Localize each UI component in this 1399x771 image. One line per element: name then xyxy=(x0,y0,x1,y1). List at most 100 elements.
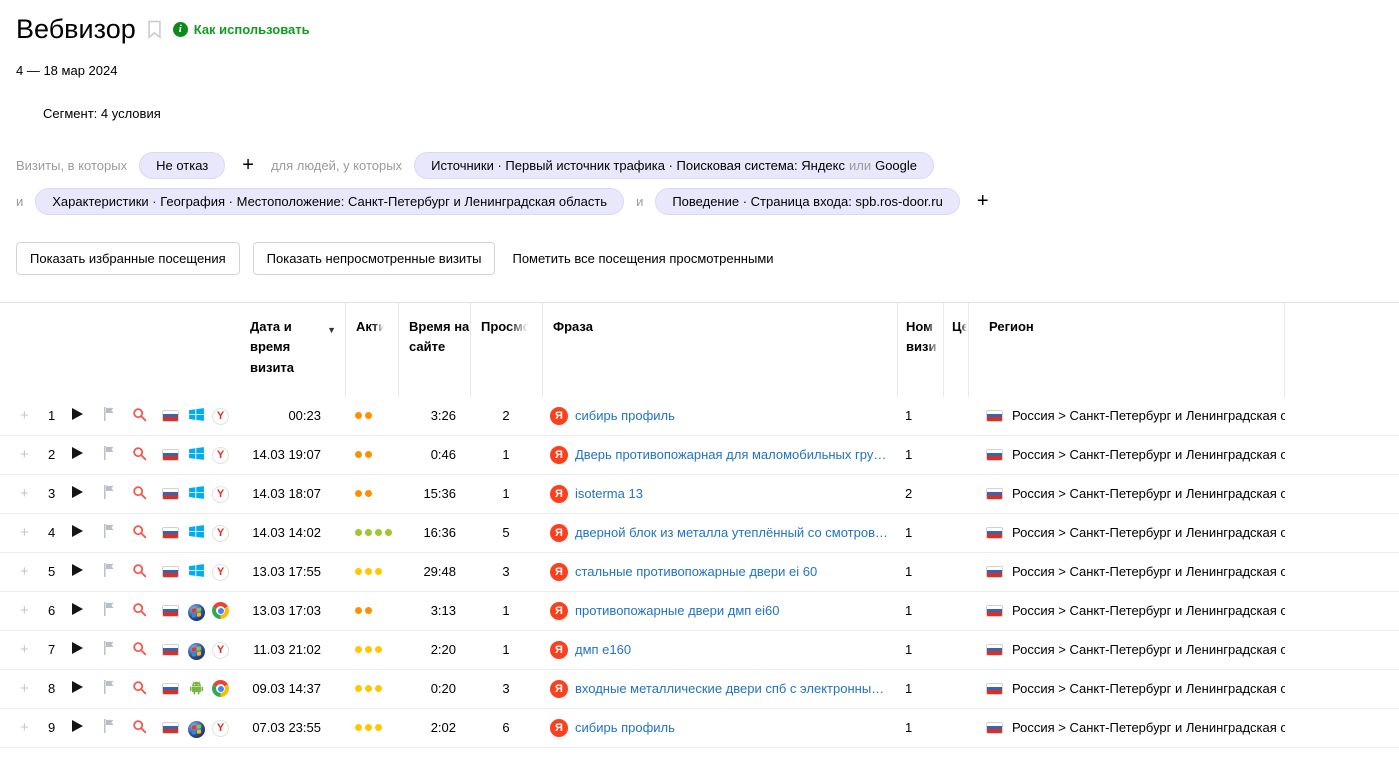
visit-date-time: 07.03 23:55 xyxy=(238,720,345,735)
play-visit-button[interactable] xyxy=(72,642,83,654)
play-visit-button[interactable] xyxy=(72,681,83,693)
column-header-activity[interactable]: Акти xyxy=(345,303,398,397)
column-header-region[interactable]: Регион xyxy=(968,303,1285,397)
play-visit-button[interactable] xyxy=(72,603,83,615)
column-header-views[interactable]: Просмо xyxy=(470,303,542,397)
time-on-site: 3:26 xyxy=(398,408,470,423)
region-text: Россия > Санкт-Петербург и Ленинградская… xyxy=(1012,408,1285,423)
view-visit-details-icon[interactable] xyxy=(132,446,147,464)
yandex-browser-icon: Y xyxy=(212,641,229,659)
column-header-phrase[interactable]: Фраза xyxy=(542,303,897,397)
time-on-site: 29:48 xyxy=(398,564,470,579)
expand-row-button[interactable]: + xyxy=(16,680,46,697)
search-phrase-link[interactable]: isoterma 13 xyxy=(575,486,643,501)
add-people-condition-button[interactable]: + xyxy=(972,191,994,211)
mark-all-viewed-button[interactable]: Пометить все посещения просмотренными xyxy=(508,243,777,274)
people-filter-label: для людей, у которых xyxy=(271,158,402,173)
visit-date-time: 09.03 14:37 xyxy=(238,681,345,696)
toolbar: Показать избранные посещения Показать не… xyxy=(16,242,1399,275)
how-to-use-link[interactable]: i Как использовать xyxy=(173,22,310,37)
show-favorites-button[interactable]: Показать избранные посещения xyxy=(16,242,240,275)
time-on-site: 0:20 xyxy=(398,681,470,696)
play-visit-button[interactable] xyxy=(72,408,83,420)
show-unviewed-button[interactable]: Показать непросмотренные визиты xyxy=(253,242,496,275)
segment-conditions: Визиты, в которых Не отказ + для людей, … xyxy=(0,152,1399,215)
view-visit-details-icon[interactable] xyxy=(132,719,147,737)
view-visit-details-icon[interactable] xyxy=(132,485,147,503)
sort-descending-icon: ▼ xyxy=(327,323,336,337)
region-cell: Россия > Санкт-Петербург и Ленинградская… xyxy=(968,408,1285,423)
filter-chip-entry-page[interactable]: Поведение · Страница входа: spb.ros-door… xyxy=(655,188,960,215)
how-to-use-label[interactable]: Как использовать xyxy=(194,22,310,37)
view-visit-details-icon[interactable] xyxy=(132,602,147,620)
view-visit-details-icon[interactable] xyxy=(132,641,147,659)
view-visit-details-icon[interactable] xyxy=(132,563,147,581)
favorite-flag-icon[interactable] xyxy=(102,601,116,620)
play-visit-button[interactable] xyxy=(72,720,83,732)
column-header-time-on-site[interactable]: Время на сайте xyxy=(398,303,470,397)
filter-chip-no-bounce[interactable]: Не отказ xyxy=(139,152,225,179)
region-flag-icon xyxy=(986,449,1003,461)
expand-row-button[interactable]: + xyxy=(16,563,46,580)
expand-row-button[interactable]: + xyxy=(16,641,46,658)
favorite-flag-icon[interactable] xyxy=(102,406,116,425)
view-visit-details-icon[interactable] xyxy=(132,680,147,698)
search-phrase-link[interactable]: стальные противопожарные двери ei 60 xyxy=(575,564,817,579)
russia-flag-icon xyxy=(162,566,179,578)
yandex-search-icon: Я xyxy=(550,641,568,659)
play-visit-button[interactable] xyxy=(72,525,83,537)
column-header-date[interactable]: Дата и время визита ▼ xyxy=(238,303,345,397)
expand-row-button[interactable]: + xyxy=(16,524,46,541)
play-visit-button[interactable] xyxy=(72,486,83,498)
traffic-source-text: Источники · Первый источник трафика · По… xyxy=(431,158,845,173)
play-visit-button[interactable] xyxy=(72,447,83,459)
windows-10-icon xyxy=(188,406,205,426)
search-phrase-link[interactable]: сибирь профиль xyxy=(575,720,675,735)
search-phrase-link[interactable]: входные металлические двери спб с электр… xyxy=(575,681,893,696)
activity-dots xyxy=(345,607,398,614)
filter-chip-geography[interactable]: Характеристики · География · Местоположе… xyxy=(35,188,624,215)
visit-date-time: 14.03 19:07 xyxy=(238,447,345,462)
views-count: 6 xyxy=(470,720,542,735)
visit-number: 1 xyxy=(897,603,943,618)
search-phrase-link[interactable]: противопожарные двери дмп ei60 xyxy=(575,603,780,618)
yandex-browser-icon: Y xyxy=(212,446,229,464)
yandex-search-icon: Я xyxy=(550,563,568,581)
segment-selector[interactable]: Сегмент: 4 условия xyxy=(0,106,1399,121)
and-label: и xyxy=(636,194,643,209)
date-range-selector[interactable]: 4 — 18 мар 2024 xyxy=(0,63,1399,78)
expand-row-button[interactable]: + xyxy=(16,446,46,463)
region-text: Россия > Санкт-Петербург и Ленинградская… xyxy=(1012,447,1285,462)
time-on-site: 2:02 xyxy=(398,720,470,735)
russia-flag-icon xyxy=(162,527,179,539)
view-visit-details-icon[interactable] xyxy=(132,407,147,425)
filter-chip-traffic-source[interactable]: Источники · Первый источник трафика · По… xyxy=(414,152,934,179)
favorite-flag-icon[interactable] xyxy=(102,484,116,503)
favorite-flag-icon[interactable] xyxy=(102,679,116,698)
search-phrase-link[interactable]: сибирь профиль xyxy=(575,408,675,423)
view-visit-details-icon[interactable] xyxy=(132,524,147,542)
bookmark-icon[interactable] xyxy=(147,20,162,39)
visit-date-time: 13.03 17:03 xyxy=(238,603,345,618)
row-number: 8 xyxy=(46,681,72,696)
add-visit-condition-button[interactable]: + xyxy=(237,155,259,175)
search-phrase-link[interactable]: дмп e160 xyxy=(575,642,631,657)
table-row: + 8 09.03 14:37 0:20 3 Я входные металли… xyxy=(0,670,1399,709)
search-phrase-link[interactable]: дверной блок из металла утеплённый со см… xyxy=(575,525,893,540)
expand-row-button[interactable]: + xyxy=(16,407,46,424)
expand-row-button[interactable]: + xyxy=(16,602,46,619)
expand-row-button[interactable]: + xyxy=(16,485,46,502)
expand-row-button[interactable]: + xyxy=(16,719,46,736)
column-header-visit-number[interactable]: Ном визи xyxy=(897,303,943,397)
column-header-goals[interactable]: Це xyxy=(943,303,968,397)
favorite-flag-icon[interactable] xyxy=(102,523,116,542)
favorite-flag-icon[interactable] xyxy=(102,718,116,737)
search-phrase-link[interactable]: Дверь противопожарная для маломобильных … xyxy=(575,447,893,462)
table-row: + 5 Y 13.03 17:55 29:48 3 Я стальные про… xyxy=(0,553,1399,592)
favorite-flag-icon[interactable] xyxy=(102,562,116,581)
favorite-flag-icon[interactable] xyxy=(102,640,116,659)
play-visit-button[interactable] xyxy=(72,564,83,576)
row-number: 5 xyxy=(46,564,72,579)
views-count: 3 xyxy=(470,681,542,696)
favorite-flag-icon[interactable] xyxy=(102,445,116,464)
